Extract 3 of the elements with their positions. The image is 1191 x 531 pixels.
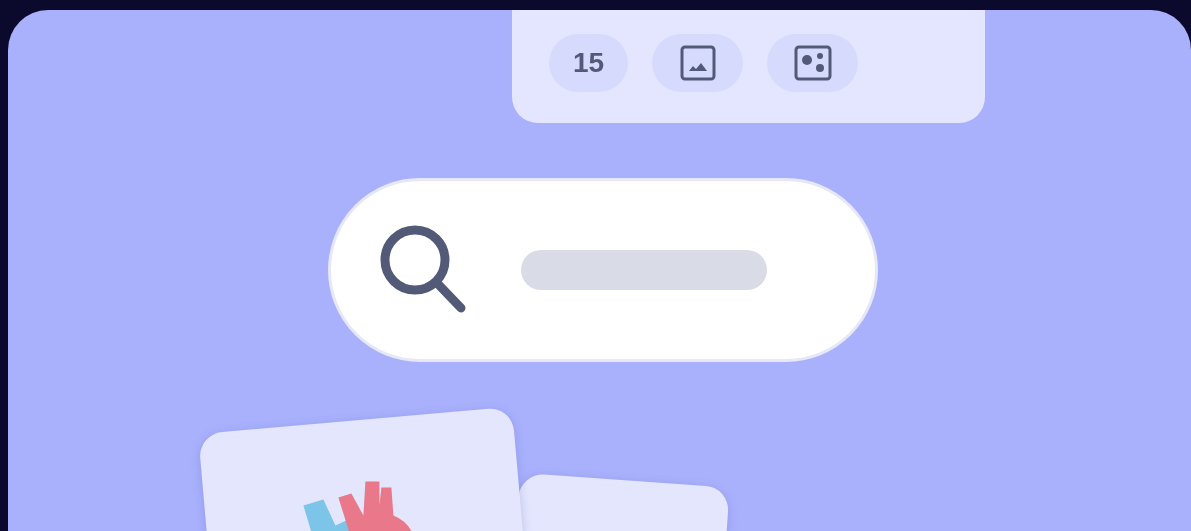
- image-icon: [679, 45, 716, 81]
- card-dots-icon: [793, 45, 832, 81]
- count-chip[interactable]: 15: [549, 34, 628, 92]
